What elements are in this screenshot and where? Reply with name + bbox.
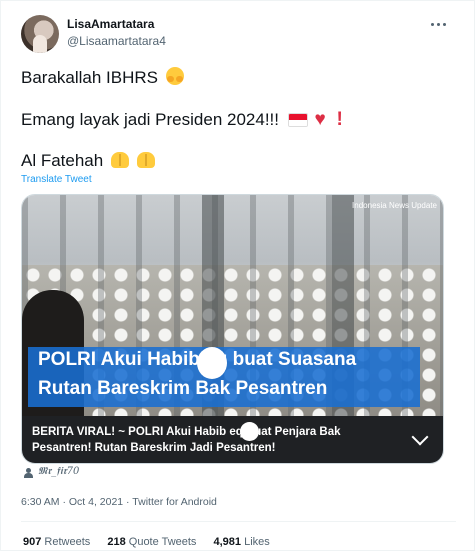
likes-count: 4,981 [213, 536, 242, 548]
tweet-text-line-3: Al Fatehah [21, 151, 155, 171]
translate-tweet-link[interactable]: Translate Tweet [21, 174, 92, 185]
exclamation-icon: ! [336, 109, 343, 130]
video-thumbnail[interactable]: Indonesia News Update POLRI Akui Habib e… [22, 195, 443, 416]
retweets-stat[interactable]: 907 Retweets [23, 536, 90, 548]
folded-hands-icon [136, 152, 155, 168]
redaction-mark [197, 347, 227, 379]
tweet-text-1: Barakallah IBHRS [21, 68, 159, 87]
divider [21, 521, 456, 522]
news-watermark: Indonesia News Update [352, 201, 437, 210]
media-credit[interactable]: 𝕸𝖗_𝖋𝖎𝖗70 [38, 466, 79, 477]
quotes-label: Quote Tweets [128, 536, 197, 548]
tweet-card: LisaAmartatara @Lisaamartatara4 Barakall… [0, 0, 475, 551]
tweet-timestamp[interactable]: 6:30 AM · Oct 4, 2021 · Twitter for Andr… [21, 496, 217, 508]
card-title[interactable]: BERITA VIRAL! ~ POLRI Akui Habib eq Buat… [32, 424, 402, 456]
more-options-icon[interactable] [429, 17, 447, 31]
headline-line-2: Rutan Bareskrim Bak Pesantren [38, 378, 328, 399]
quote-tweets-stat[interactable]: 218 Quote Tweets [107, 536, 196, 548]
person-icon [23, 468, 33, 478]
likes-stat[interactable]: 4,981 Likes [214, 536, 270, 548]
heart-icon: ♥ [314, 109, 326, 130]
card-footer[interactable]: BERITA VIRAL! ~ POLRI Akui Habib eq Buat… [22, 416, 443, 463]
engagement-stats: 907 Retweets 218 Quote Tweets 4,981 Like… [23, 536, 284, 548]
redaction-mark [240, 422, 259, 441]
indonesia-flag-icon [287, 113, 308, 127]
retweets-count: 907 [23, 536, 42, 548]
hugging-face-icon [165, 67, 184, 85]
tweet-text-line-1: Barakallah IBHRS [21, 67, 184, 88]
avatar[interactable] [21, 15, 59, 53]
folded-hands-icon [110, 152, 129, 168]
likes-label: Likes [244, 536, 270, 548]
tweet-text-line-2: Emang layak jadi Presiden 2024!!! ♥ ! [21, 109, 343, 131]
quotes-count: 218 [107, 536, 126, 548]
link-preview-card[interactable]: Indonesia News Update POLRI Akui Habib e… [21, 194, 444, 464]
tweet-text-3: Al Fatehah [21, 151, 104, 170]
user-handle[interactable]: @Lisaamartatara4 [67, 34, 166, 48]
display-name[interactable]: LisaAmartatara [67, 17, 154, 31]
retweets-label: Retweets [44, 536, 91, 548]
tweet-text-2: Emang layak jadi Presiden 2024!!! [21, 110, 279, 129]
